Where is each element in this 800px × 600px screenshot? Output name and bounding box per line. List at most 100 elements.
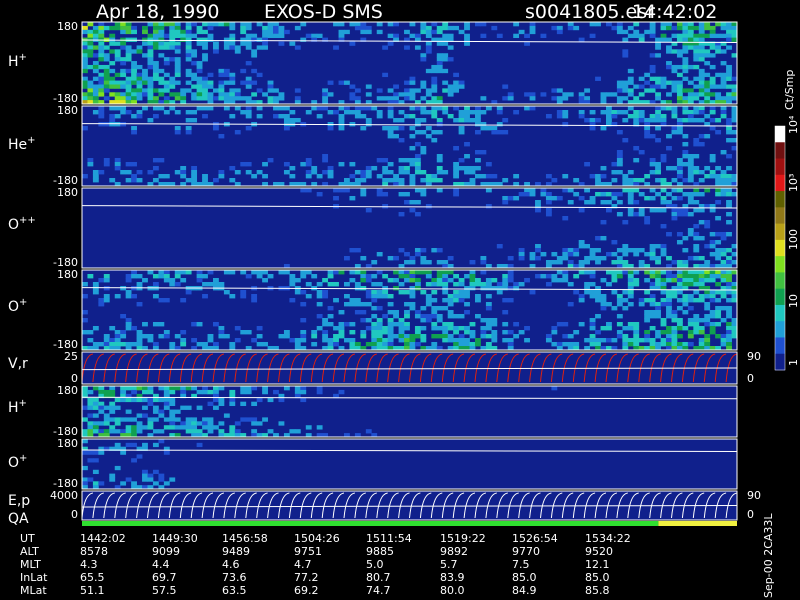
cell	[529, 106, 536, 111]
cell	[191, 322, 198, 327]
cell	[535, 244, 541, 249]
cell	[185, 45, 192, 50]
cell	[229, 22, 236, 27]
colorbar-tick: 1	[787, 359, 800, 366]
table-cell: 9892	[440, 545, 468, 558]
cell	[616, 302, 623, 307]
cell	[464, 142, 470, 147]
cell	[693, 49, 700, 54]
cell	[633, 146, 640, 151]
cell	[409, 294, 416, 299]
cell	[120, 80, 127, 85]
cell	[513, 174, 520, 179]
cell	[191, 166, 198, 171]
cell	[114, 92, 121, 97]
cell	[666, 232, 672, 237]
cell	[633, 334, 640, 339]
cell	[431, 80, 438, 85]
cell	[682, 49, 689, 54]
cell	[611, 290, 618, 295]
cell	[589, 118, 596, 123]
cell	[147, 401, 154, 407]
cell	[409, 338, 416, 343]
cell	[698, 76, 705, 81]
cell	[136, 425, 143, 430]
cell	[425, 314, 432, 319]
cell	[496, 33, 503, 39]
cell	[709, 330, 716, 335]
cell	[622, 29, 629, 35]
cell	[103, 286, 110, 291]
cell	[682, 248, 689, 253]
cell	[147, 338, 154, 343]
cell	[114, 49, 121, 54]
cell	[458, 158, 465, 163]
cell	[387, 278, 394, 283]
cell	[300, 386, 307, 391]
cell	[98, 110, 105, 115]
cell	[649, 270, 656, 275]
cell	[229, 166, 236, 171]
cell	[420, 106, 427, 111]
cell	[349, 96, 356, 101]
cell	[616, 256, 623, 261]
cell	[720, 334, 727, 339]
colorbar-tick: 100	[787, 229, 800, 250]
cell	[726, 72, 732, 78]
cell	[262, 33, 268, 39]
cell	[638, 110, 645, 115]
cell	[376, 158, 383, 163]
cell	[109, 409, 116, 414]
cell	[300, 274, 307, 279]
cell	[229, 88, 236, 93]
cell	[720, 306, 727, 311]
cell	[240, 270, 247, 275]
cell	[109, 386, 116, 391]
cell	[709, 278, 716, 283]
panel-label-ep: E,p	[8, 493, 30, 509]
table-cell: 1449:30	[152, 532, 198, 545]
cell	[256, 170, 263, 175]
cell	[218, 96, 225, 101]
cell	[420, 150, 427, 155]
cell	[600, 256, 607, 261]
cell	[147, 80, 154, 85]
cell	[311, 166, 318, 171]
cell	[660, 330, 667, 335]
cell	[453, 314, 460, 319]
cell	[502, 286, 509, 291]
cell	[682, 310, 689, 315]
cell	[371, 260, 378, 265]
cell	[136, 72, 143, 78]
cell	[420, 130, 427, 135]
cell	[687, 154, 694, 159]
table-cell: 4.7	[294, 558, 312, 571]
cell	[147, 84, 154, 89]
cell	[114, 162, 121, 167]
cell	[316, 314, 323, 319]
cell	[507, 298, 514, 303]
cell	[513, 33, 520, 39]
cell	[82, 45, 88, 50]
cell	[698, 68, 705, 74]
cell	[131, 429, 137, 434]
cell	[502, 96, 509, 101]
cell	[715, 178, 722, 183]
cell	[338, 270, 345, 275]
cell	[567, 92, 574, 97]
cell	[469, 330, 476, 335]
cell	[404, 342, 410, 347]
cell	[136, 429, 143, 434]
cell	[136, 386, 143, 391]
cell	[649, 33, 656, 39]
cell	[480, 96, 487, 101]
cell	[491, 126, 498, 131]
cell	[82, 96, 88, 101]
cell	[223, 41, 230, 46]
cell	[152, 158, 159, 163]
table-cell: 1456:58	[222, 532, 268, 545]
cell	[109, 326, 116, 331]
cell	[687, 33, 694, 39]
cell	[425, 260, 432, 265]
cell	[158, 41, 165, 46]
